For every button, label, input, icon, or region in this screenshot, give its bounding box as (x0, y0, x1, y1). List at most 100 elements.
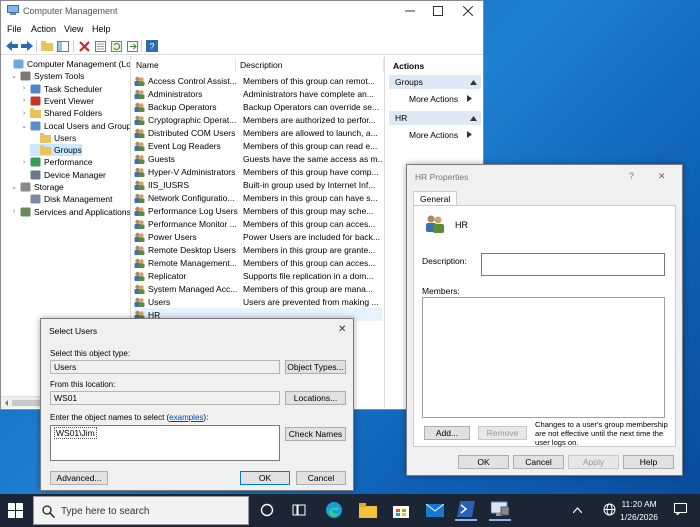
chevron-down-icon[interactable]: ⌄ (10, 72, 18, 80)
examples-link[interactable]: examples (169, 413, 203, 422)
widgets-button[interactable] (288, 499, 310, 521)
group-row[interactable]: System Managed Acc... Members of this gro… (134, 282, 382, 295)
group-row[interactable]: Power Users Power Users are included for … (134, 230, 382, 243)
group-row[interactable]: Hyper-V Administrators Members of this gr… (134, 165, 382, 178)
tree-node[interactable]: › Services and Applications (10, 206, 130, 218)
select-cancel-button[interactable]: Cancel (296, 471, 346, 485)
group-row[interactable]: Performance Monitor ... Members of this g… (134, 217, 382, 230)
forward-button[interactable] (20, 39, 34, 53)
show-hidden-icons-button[interactable] (572, 505, 583, 515)
description-field[interactable] (481, 253, 665, 276)
close-button[interactable] (453, 1, 483, 21)
remove-member-button[interactable]: Remove (478, 426, 527, 440)
group-row[interactable]: Backup Operators Backup Operators can ove… (134, 100, 382, 113)
tree-node[interactable]: › Task Scheduler (20, 83, 102, 95)
group-row[interactable]: Network Configuratio... Members in this g… (134, 191, 382, 204)
tree-node[interactable]: Disk Management (20, 193, 113, 205)
file-explorer-button[interactable] (357, 499, 379, 521)
hr-ok-button[interactable]: OK (458, 455, 509, 469)
mail-button[interactable] (424, 499, 446, 521)
refresh-button[interactable] (109, 39, 123, 53)
group-row[interactable]: Event Log Readers Members of this group c… (134, 139, 382, 152)
tree-node[interactable]: ⌄ Storage (10, 181, 64, 193)
more-actions-groups[interactable]: More Actions (409, 94, 473, 104)
hr-help-button[interactable]: Help (623, 455, 674, 469)
group-row[interactable]: Access Control Assist... Members of this … (134, 74, 382, 87)
members-list[interactable] (422, 297, 665, 418)
menu-view[interactable]: View (64, 24, 83, 34)
chevron-right-icon[interactable]: › (20, 97, 28, 104)
title-bar[interactable]: Computer Management (1, 1, 483, 21)
tree-node[interactable]: Users (30, 132, 76, 144)
minimize-button[interactable] (395, 1, 425, 21)
maximize-icon (433, 6, 443, 16)
clock[interactable]: 11:20 AM 1/26/2026 (620, 498, 658, 524)
object-types-button[interactable]: Object Types... (285, 360, 346, 374)
check-names-button[interactable]: Check Names (285, 427, 346, 441)
tree-node[interactable]: › Event Viewer (20, 95, 94, 107)
delete-button[interactable] (77, 39, 91, 53)
show-hide-tree-button[interactable] (56, 39, 70, 53)
group-row[interactable]: Performance Log Users Members of this gro… (134, 204, 382, 217)
add-member-button[interactable]: Add... (424, 426, 470, 440)
chevron-right-icon[interactable]: › (10, 208, 18, 215)
taskbar-search-box[interactable]: Type here to search (33, 496, 249, 525)
group-row[interactable]: Users Users are prevented from making ... (134, 295, 382, 308)
delete-x-icon (78, 40, 90, 52)
group-row[interactable]: Distributed COM Users Members are allowed… (134, 126, 382, 139)
chevron-right-icon[interactable]: › (20, 110, 28, 117)
edge-button[interactable] (323, 499, 345, 521)
group-row[interactable]: Remote Management... Members of this grou… (134, 256, 382, 269)
tree-node[interactable]: Groups (30, 144, 82, 157)
hr-cancel-button[interactable]: Cancel (513, 455, 564, 469)
chevron-down-icon[interactable]: ⌄ (20, 122, 28, 130)
tree-node[interactable]: › Shared Folders (20, 107, 102, 119)
tree-node[interactable]: Device Manager (20, 169, 106, 181)
powershell-button[interactable] (455, 499, 477, 521)
chevron-right-icon[interactable]: › (20, 85, 28, 92)
group-row[interactable]: Guests Guests have the same access as m..… (134, 152, 382, 165)
actions-section-groups[interactable]: Groups (389, 75, 481, 89)
back-button[interactable] (5, 39, 19, 53)
chevron-right-icon[interactable]: › (20, 159, 28, 166)
menu-help[interactable]: Help (92, 24, 111, 34)
help-question-button[interactable]: ? (629, 171, 634, 181)
locations-button[interactable]: Locations... (285, 391, 346, 405)
dialog-close-button[interactable]: ✕ (338, 324, 346, 335)
network-button[interactable] (603, 503, 616, 518)
group-row[interactable]: Administrators Administrators have comple… (134, 87, 382, 100)
dialog-close-button[interactable]: ✕ (658, 171, 666, 182)
tree-node[interactable]: ⌄ System Tools (10, 70, 84, 82)
group-row[interactable]: Replicator Supports file replication in a… (134, 269, 382, 282)
tree-node[interactable]: Computer Management (Local (3, 58, 130, 70)
task-view-button[interactable] (256, 499, 278, 521)
maximize-button[interactable] (423, 1, 453, 21)
group-row[interactable]: Remote Desktop Users Members in this grou… (134, 243, 382, 256)
help-button[interactable]: ? (145, 39, 159, 53)
notifications-button[interactable] (674, 503, 687, 517)
properties-button[interactable] (93, 39, 107, 53)
tab-general[interactable]: General (413, 191, 458, 206)
computer-management-taskbar-button[interactable] (489, 499, 511, 521)
menu-bar: File Action View Help (1, 21, 483, 37)
object-names-input[interactable]: WS01\Jim (50, 425, 280, 461)
column-header-name[interactable]: Name (132, 58, 236, 72)
up-folder-button[interactable] (40, 39, 54, 53)
hr-apply-button[interactable]: Apply (568, 455, 619, 469)
chevron-down-icon[interactable]: ⌄ (10, 183, 18, 191)
column-header-description[interactable]: Description (236, 58, 384, 72)
more-actions-hr[interactable]: More Actions (409, 130, 473, 140)
group-row[interactable]: Cryptographic Operat... Members are autho… (134, 113, 382, 126)
export-list-button[interactable] (125, 39, 139, 53)
select-ok-button[interactable]: OK (240, 471, 290, 485)
menu-action[interactable]: Action (31, 24, 56, 34)
group-row[interactable]: IIS_IUSRS Built-in group used by Internet… (134, 178, 382, 191)
submenu-arrow-icon (466, 95, 472, 102)
tree-node[interactable]: › Performance (20, 156, 93, 168)
store-button[interactable] (390, 499, 412, 521)
start-button[interactable] (8, 503, 23, 520)
actions-section-hr[interactable]: HR (389, 111, 481, 125)
menu-file[interactable]: File (7, 24, 22, 34)
tree-node[interactable]: ⌄ Local Users and Groups (20, 120, 130, 132)
advanced-button[interactable]: Advanced... (50, 471, 108, 485)
